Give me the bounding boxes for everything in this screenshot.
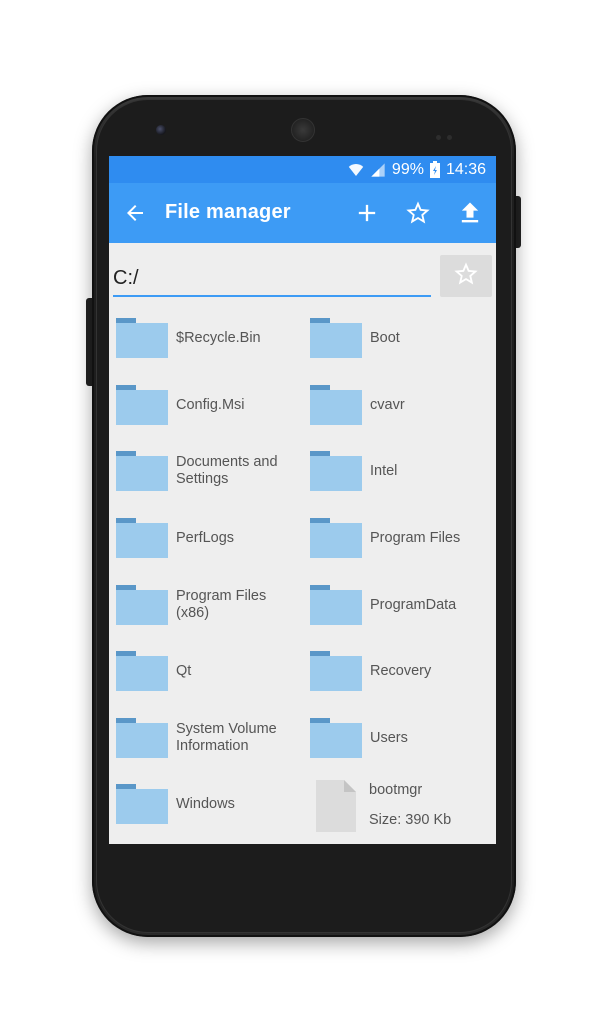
file-icon [316,780,356,832]
folder-icon [310,385,362,425]
folder-item[interactable]: ProgramData [303,573,493,637]
folder-item[interactable]: Intel [303,439,493,503]
folder-icon [116,451,168,491]
screen: 99% 14:36 File manager C:/ $Recycle.Bin … [109,156,496,844]
folder-name: Intel [370,462,398,479]
folder-icon [310,318,362,358]
app-bar: File manager [109,183,496,243]
folder-item[interactable]: Windows [109,772,299,836]
arrow-back-icon[interactable] [123,201,147,225]
folder-item[interactable]: cvavr [303,373,493,437]
folder-icon [116,718,168,758]
folder-item[interactable]: Boot [303,306,493,370]
power-button [516,196,521,248]
file-item[interactable]: bootmgr Size: 390 Kb [309,772,496,836]
folder-name: ProgramData [370,596,457,613]
folder-name: Boot [370,329,400,346]
folder-name: Config.Msi [176,396,245,413]
signal-icon [370,162,386,178]
file-size: Size: 390 Kb [369,812,452,828]
folder-name: Recovery [370,662,432,679]
path-input[interactable] [113,261,431,297]
bookmark-path-button[interactable] [440,255,492,297]
file-meta: bootmgr Size: 390 Kb [369,772,489,836]
folder-item[interactable]: Documents and Settings [109,439,299,503]
folder-name: Program Files (x86) [176,588,267,621]
status-bar: 99% 14:36 [109,156,496,183]
folder-name: Users [370,729,408,746]
battery-icon [429,161,440,178]
folder-icon [310,451,362,491]
folder-name: Qt [176,662,192,679]
folder-name: Program Files [370,529,461,546]
plus-icon[interactable] [353,199,381,227]
folder-item[interactable]: Config.Msi [109,373,299,437]
folder-icon [116,651,168,691]
battery-percent: 99% [391,160,424,178]
earpiece-speaker [291,118,315,142]
folder-item[interactable]: $Recycle.Bin [109,306,299,370]
folder-name: Windows [176,795,235,812]
folder-item[interactable]: System Volume Information [109,706,299,770]
folder-name: PerfLogs [176,529,235,546]
folder-name: Documents and Settings [176,454,278,487]
device-mockup: 99% 14:36 File manager C:/ $Recycle.Bin … [0,0,606,1024]
folder-icon [116,585,168,625]
wifi-icon [348,162,364,178]
clock: 14:36 [445,160,486,178]
path-row [109,243,496,305]
folder-icon [116,385,168,425]
folder-item[interactable]: Program Files (x86) [109,573,299,637]
folder-item[interactable]: Users [303,706,493,770]
star-outline-icon[interactable] [404,199,432,227]
folder-item[interactable]: Recovery [303,639,493,703]
folder-item[interactable]: Program Files [303,506,493,570]
file-name: bootmgr [369,782,423,798]
star-outline-icon [452,260,480,293]
folder-icon [310,651,362,691]
folder-icon [310,718,362,758]
folder-name: System Volume Information [176,721,277,754]
app-title: File manager [165,201,291,223]
folder-name: $Recycle.Bin [176,329,261,346]
upload-icon[interactable] [456,199,484,227]
folder-item[interactable]: PerfLogs [109,506,299,570]
folder-icon [116,318,168,358]
folder-item[interactable]: Qt [109,639,299,703]
folder-icon [310,585,362,625]
proximity-sensor [436,127,460,140]
front-camera [156,125,166,135]
folder-icon [116,518,168,558]
folder-name: cvavr [370,396,405,413]
folder-icon [310,518,362,558]
folder-icon [116,784,168,824]
